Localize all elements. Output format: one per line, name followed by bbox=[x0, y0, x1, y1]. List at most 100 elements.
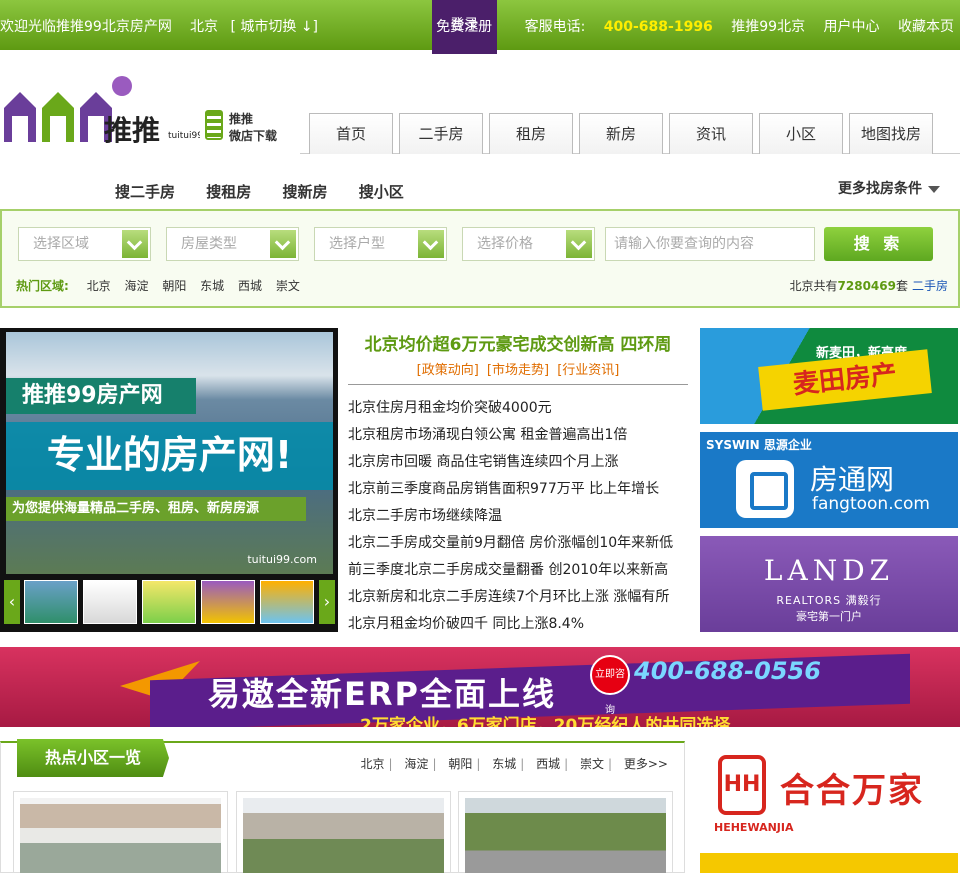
hot-area-link[interactable]: 崇文 bbox=[276, 279, 300, 293]
hot-communities-title: 热点小区一览 bbox=[17, 739, 169, 777]
phone-icon bbox=[205, 110, 223, 140]
news-list: 北京住房月租金均价突破4000元 北京租房市场涌现白领公寓 租金普遍高出1倍 北… bbox=[348, 397, 688, 640]
nav-home[interactable]: 首页 bbox=[309, 113, 393, 154]
ad-hehewanjia[interactable]: HH 合合万家 HEHEWANJIA bbox=[700, 741, 958, 873]
nav-second-hand[interactable]: 二手房 bbox=[399, 113, 483, 154]
user-center-link[interactable]: 用户中心 bbox=[824, 19, 880, 35]
slider-next-button[interactable]: › bbox=[319, 580, 335, 624]
community-filters: 北京 | 海淀 | 朝阳 | 东城 | 西城 | 崇文 | 更多>> bbox=[357, 755, 668, 772]
divider: | bbox=[476, 757, 481, 771]
nav-map[interactable]: 地图找房 bbox=[849, 113, 933, 154]
search-input[interactable]: 请输入你要查询的内容 bbox=[605, 227, 815, 261]
search-tab-new[interactable]: 搜新房 bbox=[283, 183, 328, 201]
news-item[interactable]: 北京二手房成交量前9月翻倍 房价涨幅创10年来新低 bbox=[348, 532, 688, 559]
more-link[interactable]: 更多>> bbox=[624, 757, 668, 771]
hot-area-link[interactable]: 西城 bbox=[238, 279, 262, 293]
news-headline[interactable]: 北京均价超6万元豪宅成交创新高 四环周 bbox=[348, 330, 688, 355]
hot-area-link[interactable]: 东城 bbox=[200, 279, 224, 293]
search-box: 选择区域 房屋类型 选择户型 选择价格 请输入你要查询的内容 搜 索 热门区域:… bbox=[0, 209, 960, 308]
slide-image[interactable]: 推推99房产网 专业的房产网! 为您提供海量精品二手房、租房、新房房源 tuit… bbox=[6, 332, 333, 574]
news-item[interactable]: 北京月租金均价破四千 同比上涨8.4% bbox=[348, 613, 688, 640]
community-filter-link[interactable]: 崇文 bbox=[580, 757, 604, 771]
community-card[interactable] bbox=[13, 791, 228, 873]
news-panel: 北京均价超6万元豪宅成交创新高 四环周 [政策动向] [市场走势] [行业资讯]… bbox=[348, 330, 688, 640]
site-logo[interactable]: 推推 tuitui99.com bbox=[0, 72, 200, 148]
slider-thumb[interactable] bbox=[142, 580, 196, 624]
community-filter-link[interactable]: 西城 bbox=[536, 757, 560, 771]
erp-banner[interactable]: 易遨全新ERP全面上线 2万家企业，6万家门店，20万经纪人的共同选择 立即咨询… bbox=[0, 647, 960, 727]
news-category-link[interactable]: [市场走势] bbox=[487, 363, 549, 378]
community-card[interactable] bbox=[458, 791, 673, 873]
service-label: 客服电话: bbox=[524, 19, 586, 35]
hot-areas-label: 热门区域: bbox=[16, 279, 69, 293]
divider: | bbox=[520, 757, 525, 771]
consult-badge[interactable]: 立即咨询 bbox=[590, 655, 630, 716]
app-download-line2: 微店下载 bbox=[229, 129, 278, 143]
hot-communities: 热点小区一览 北京 | 海淀 | 朝阳 | 东城 | 西城 | 崇文 | 更多>> bbox=[0, 739, 685, 873]
slider-thumb[interactable] bbox=[24, 580, 78, 624]
ad-landz[interactable]: LANDZ REALTORS 满毅行 豪宅第一门户 bbox=[700, 536, 958, 632]
select-price-label: 选择价格 bbox=[477, 236, 533, 252]
community-filter-link[interactable]: 北京 bbox=[361, 757, 385, 771]
total-count: 7280469 bbox=[837, 279, 896, 293]
news-item[interactable]: 北京前三季度商品房销售面积977万平 比上年增长 bbox=[348, 478, 688, 505]
community-filter-link[interactable]: 东城 bbox=[492, 757, 516, 771]
news-item[interactable]: 前三季度北京二手房成交量翻番 创2010年以来新高 bbox=[348, 559, 688, 586]
logo-text: 推推 bbox=[104, 114, 160, 147]
community-filter-link[interactable]: 海淀 bbox=[404, 757, 428, 771]
nav-news[interactable]: 资讯 bbox=[669, 113, 753, 154]
select-area[interactable]: 选择区域 bbox=[18, 227, 151, 261]
current-city: 北京 bbox=[190, 19, 218, 35]
bookmark-link[interactable]: 收藏本页 bbox=[898, 19, 954, 35]
news-item[interactable]: 北京房市回暖 商品住宅销售连续四个月上涨 bbox=[348, 451, 688, 478]
select-layout[interactable]: 选择户型 bbox=[314, 227, 447, 261]
select-price[interactable]: 选择价格 bbox=[462, 227, 595, 261]
hot-area-link[interactable]: 北京 bbox=[87, 279, 111, 293]
divider: | bbox=[432, 757, 437, 771]
slider-thumb[interactable] bbox=[83, 580, 137, 624]
app-download-line1: 推推 bbox=[229, 112, 254, 126]
select-type-label: 房屋类型 bbox=[181, 236, 237, 252]
community-photo bbox=[465, 798, 666, 873]
city-switch[interactable]: 北京 [ 城市切换 ↓] bbox=[190, 16, 318, 36]
news-item[interactable]: 北京住房月租金均价突破4000元 bbox=[348, 397, 688, 424]
city-switch-link[interactable]: [ 城市切换 ↓] bbox=[230, 19, 318, 35]
news-category-link[interactable]: [政策动向] bbox=[417, 363, 479, 378]
banner-title: 易遨全新ERP全面上线 bbox=[208, 675, 556, 713]
service-phone-number: 400-688-1996 bbox=[603, 19, 713, 35]
news-item[interactable]: 北京租房市场涌现白领公寓 租金普遍高出1倍 bbox=[348, 424, 688, 451]
search-tab-community[interactable]: 搜小区 bbox=[359, 183, 404, 201]
banner-phone: 400-688-0556 bbox=[634, 657, 821, 685]
community-filter-link[interactable]: 朝阳 bbox=[448, 757, 472, 771]
city-site-link[interactable]: 推推99北京 bbox=[731, 19, 805, 35]
nav-community[interactable]: 小区 bbox=[759, 113, 843, 154]
select-type[interactable]: 房屋类型 bbox=[166, 227, 299, 261]
news-item[interactable]: 北京二手房市场继续降温 bbox=[348, 505, 688, 532]
total-link[interactable]: 二手房 bbox=[912, 279, 948, 293]
hot-areas: 热门区域: 北京 海淀 朝阳 东城 西城 崇文 bbox=[16, 277, 310, 294]
app-download[interactable]: 推推 微店下载 bbox=[205, 110, 285, 144]
news-category-link[interactable]: [行业资讯] bbox=[557, 363, 619, 378]
nav-new-house[interactable]: 新房 bbox=[579, 113, 663, 154]
nav-rent[interactable]: 租房 bbox=[489, 113, 573, 154]
search-tab-rent[interactable]: 搜租房 bbox=[206, 183, 251, 201]
hot-area-link[interactable]: 朝阳 bbox=[162, 279, 186, 293]
hot-area-link[interactable]: 海淀 bbox=[124, 279, 148, 293]
ad-fangtoon[interactable]: SYSWIN 思源企业 房通网 fangtoon.com bbox=[700, 432, 958, 528]
slider-thumb[interactable] bbox=[260, 580, 314, 624]
community-card[interactable] bbox=[236, 791, 451, 873]
slider-prev-button[interactable]: ‹ bbox=[4, 580, 20, 624]
slider-thumb[interactable] bbox=[201, 580, 255, 624]
dropdown-arrow-icon bbox=[566, 230, 592, 258]
register-link[interactable]: 免费注册 bbox=[436, 19, 492, 35]
more-conditions[interactable]: 更多找房条件 bbox=[838, 178, 940, 198]
ad-maitian[interactable]: 新麦田，新高度 麦田房产 bbox=[700, 328, 958, 424]
ad-hehe-bar bbox=[700, 853, 958, 873]
chevron-down-icon bbox=[928, 185, 940, 193]
news-item[interactable]: 北京新房和北京二手房连续7个月环比上涨 涨幅有所 bbox=[348, 586, 688, 613]
search-button[interactable]: 搜 索 bbox=[824, 227, 933, 261]
image-slider[interactable]: 推推99房产网 专业的房产网! 为您提供海量精品二手房、租房、新房房源 tuit… bbox=[0, 328, 338, 632]
ad-hehe-sub: HEHEWANJIA bbox=[714, 821, 794, 834]
search-tab-second-hand[interactable]: 搜二手房 bbox=[115, 183, 175, 201]
slide-watermark: tuitui99.com bbox=[247, 553, 317, 566]
